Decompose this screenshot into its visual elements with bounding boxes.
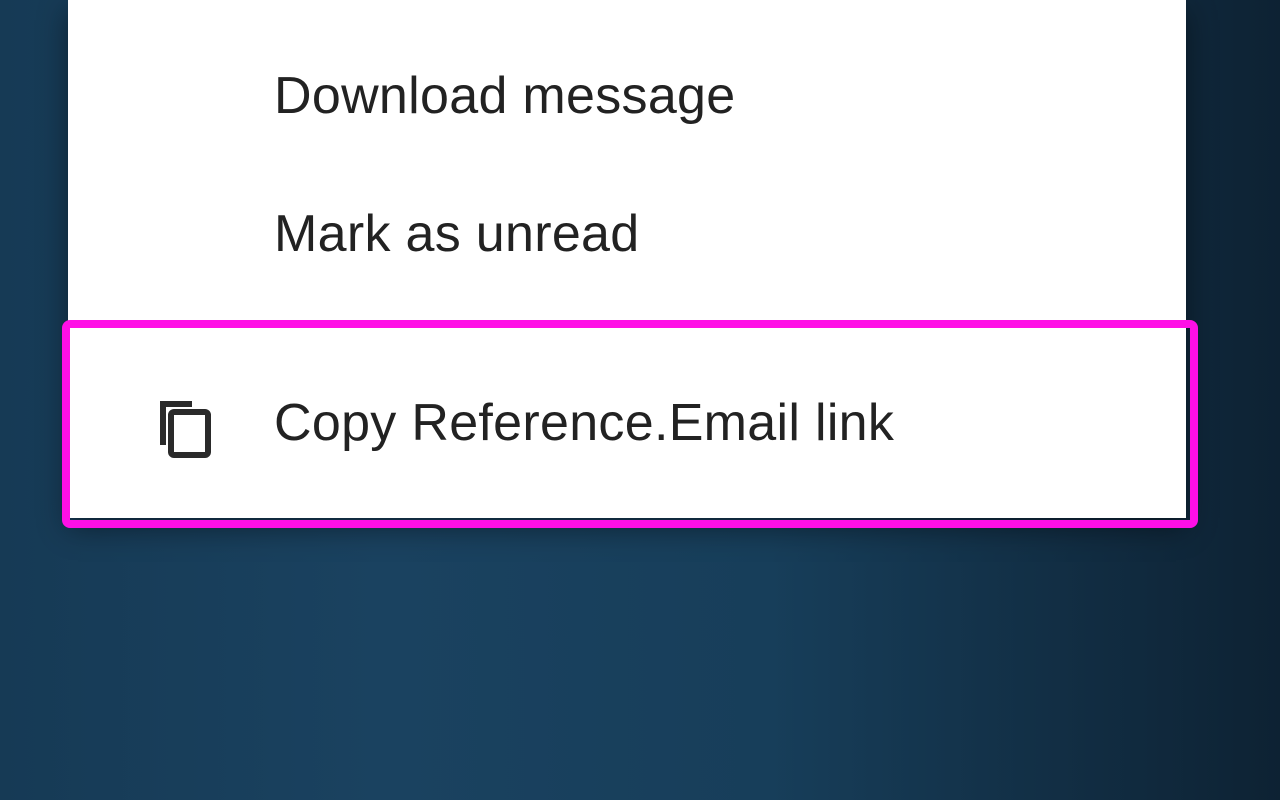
menu-item-mark-as-unread[interactable]: Mark as unread	[68, 168, 1186, 300]
menu-item-label: Copy Reference.Email link	[274, 394, 895, 452]
menu-item-label: Download message	[274, 67, 736, 125]
context-menu: Download message Mark as unread Copy Ref…	[68, 0, 1186, 518]
menu-item-download-message[interactable]: Download message	[68, 30, 1186, 162]
menu-item-copy-reference-email-link[interactable]: Copy Reference.Email link	[68, 328, 1186, 518]
menu-item-label: Mark as unread	[274, 205, 640, 263]
copy-icon	[154, 395, 214, 459]
